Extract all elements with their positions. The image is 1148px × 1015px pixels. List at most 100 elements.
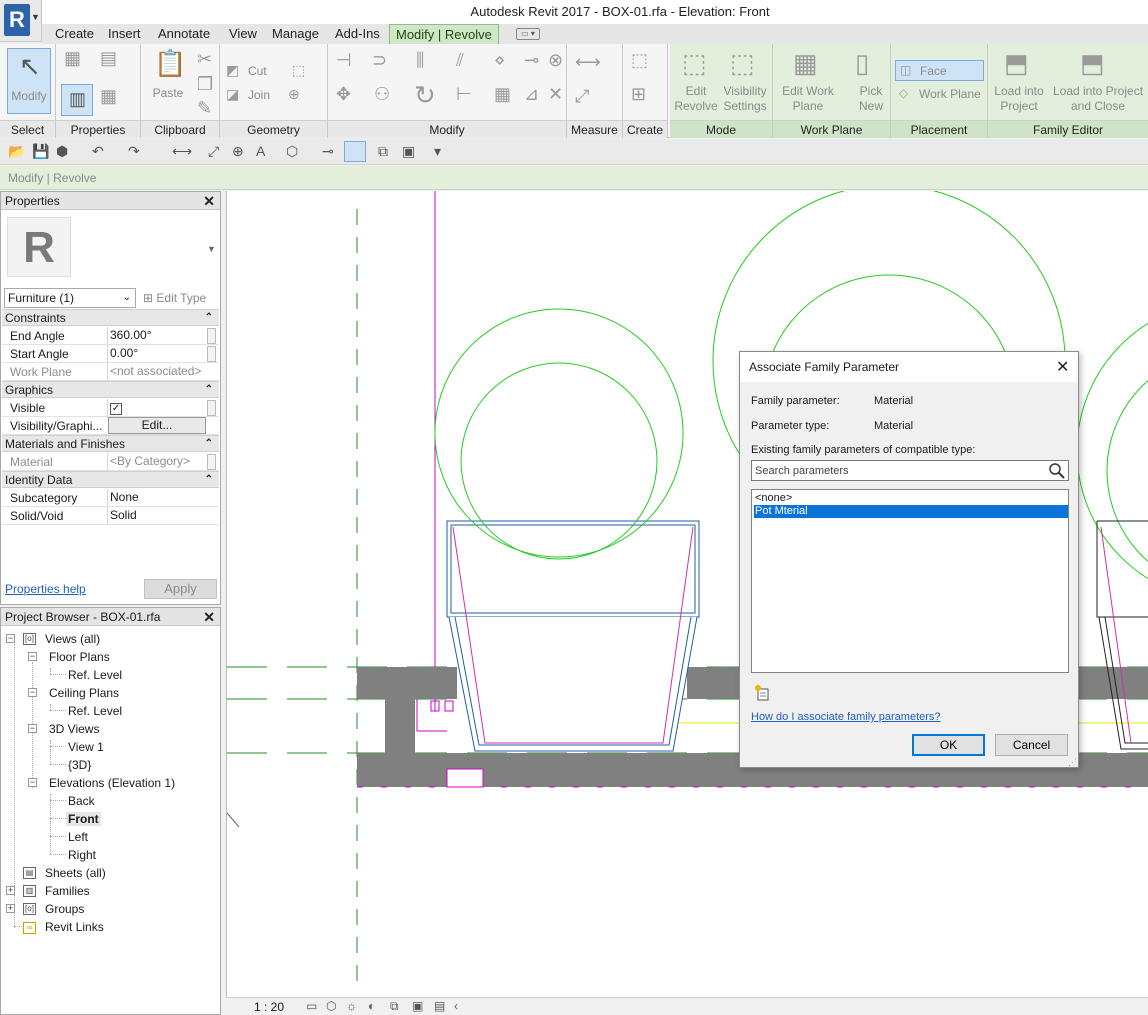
visibility-edit-button[interactable]: Edit... xyxy=(108,417,206,434)
properties-help-link[interactable]: Properties help xyxy=(5,582,86,596)
visible-checkbox[interactable]: ✓ xyxy=(110,403,122,415)
join-geometry-button[interactable]: Join xyxy=(248,88,270,103)
tree-sheets[interactable]: Sheets (all) xyxy=(45,866,106,880)
prop-material[interactable]: Material <By Category> xyxy=(2,453,219,471)
prop-value[interactable]: Solid xyxy=(107,507,207,525)
tree-elevation-front[interactable]: Front xyxy=(66,812,101,826)
delete-icon[interactable]: ✕ xyxy=(548,84,563,105)
sync-icon[interactable]: ⬢ xyxy=(56,143,68,160)
expand-toggle[interactable]: + xyxy=(6,886,15,895)
split-gap-icon[interactable]: ⊸ xyxy=(524,50,539,71)
close-icon[interactable]: ✕ xyxy=(203,192,215,210)
chevron-left-icon[interactable]: ‹ xyxy=(454,999,458,1013)
list-item[interactable]: <none> xyxy=(754,492,1068,505)
switch-windows-icon[interactable]: ▣ xyxy=(402,143,415,160)
customize-qat-icon[interactable]: ▾ xyxy=(434,143,441,160)
tree-floor-plans[interactable]: Floor Plans xyxy=(49,650,110,664)
tab-manage[interactable]: Manage xyxy=(266,24,325,44)
mirror-draw-icon[interactable]: ⫽ xyxy=(456,50,464,71)
pick-new-button[interactable]: Pick New xyxy=(851,84,891,114)
show-crop-icon[interactable]: ▣ xyxy=(412,999,423,1013)
tree-elevation-left[interactable]: Left xyxy=(68,830,88,844)
rotate-icon[interactable]: ↻ xyxy=(414,80,436,111)
collapse-toggle[interactable]: − xyxy=(6,634,15,643)
create-similar-icon[interactable]: ⊞ xyxy=(631,84,646,105)
ok-button[interactable]: OK xyxy=(912,734,985,756)
cut-icon[interactable]: ✂ xyxy=(197,49,212,70)
section-icon[interactable]: ⊸ xyxy=(322,143,334,160)
expand-toggle[interactable]: + xyxy=(6,904,15,913)
shadows-icon[interactable]: ◐ xyxy=(368,999,375,1013)
close-icon[interactable]: ✕ xyxy=(1056,357,1069,377)
tab-insert[interactable]: Insert xyxy=(102,24,147,44)
view-scale[interactable]: 1 : 20 xyxy=(254,1000,284,1014)
prop-value[interactable]: <By Category> xyxy=(107,453,207,471)
redo-icon[interactable]: ↷ xyxy=(128,143,140,160)
associate-parameter-button[interactable] xyxy=(207,454,216,470)
parameter-list[interactable]: <none> Pot Mterial xyxy=(751,489,1069,673)
copy-icon[interactable]: ❐ xyxy=(197,74,213,95)
save-icon[interactable]: 💾 xyxy=(32,143,49,160)
edit-work-plane-button[interactable]: Edit Work Plane xyxy=(775,84,841,114)
cut-geometry-button[interactable]: Cut xyxy=(248,64,267,79)
properties-toggle-button[interactable]: ▥ xyxy=(61,84,93,116)
split-icon[interactable]: ⋄ xyxy=(494,50,505,71)
tree-elevations[interactable]: Elevations (Elevation 1) xyxy=(49,776,175,790)
open-icon[interactable]: 📂 xyxy=(8,143,25,160)
default-3d-view-icon[interactable]: ⬡ xyxy=(286,143,298,160)
prop-visible[interactable]: Visible ✓ xyxy=(2,399,219,417)
cancel-button[interactable]: Cancel xyxy=(995,734,1068,756)
associate-parameter-button[interactable] xyxy=(207,400,216,416)
create-group-icon[interactable]: ⬚ xyxy=(631,50,648,71)
tree-3d-views[interactable]: 3D Views xyxy=(49,722,99,736)
measure-icon[interactable]: ⟷ xyxy=(575,52,601,73)
chevron-down-icon[interactable]: ▼ xyxy=(207,244,216,254)
tree-view-3d[interactable]: {3D} xyxy=(68,758,91,772)
add-parameter-icon[interactable] xyxy=(754,684,772,702)
search-field[interactable] xyxy=(751,460,1069,481)
move-icon[interactable]: ✥ xyxy=(336,84,351,105)
prop-start-angle[interactable]: Start Angle 0.00° xyxy=(2,345,219,363)
visual-style-icon[interactable]: ⬡ xyxy=(326,999,336,1013)
tree-view-1[interactable]: View 1 xyxy=(68,740,104,754)
work-plane-placement-button[interactable]: Work Plane xyxy=(919,87,981,102)
array-icon[interactable]: ▦ xyxy=(494,84,511,105)
align-icon[interactable]: ⊣ xyxy=(336,50,352,71)
prop-end-angle[interactable]: End Angle 360.00° xyxy=(2,327,219,345)
associate-help-link[interactable]: How do I associate family parameters? xyxy=(751,711,941,723)
application-menu-button[interactable]: R ▼ xyxy=(0,0,42,42)
thin-lines-button[interactable] xyxy=(344,141,366,162)
tab-view[interactable]: View xyxy=(223,24,263,44)
scale-icon[interactable]: ⊿ xyxy=(524,84,539,105)
search-icon[interactable] xyxy=(1048,462,1066,480)
type-selector[interactable]: Furniture (1) ⌄ xyxy=(4,288,136,308)
prop-value[interactable]: ✓ xyxy=(107,399,207,417)
prop-value[interactable]: 360.00° xyxy=(107,327,207,345)
copy-element-icon[interactable]: ⚇ xyxy=(374,84,390,105)
tree-views-all[interactable]: Views (all) xyxy=(45,632,100,646)
offset-icon[interactable]: ⊃ xyxy=(372,50,387,71)
tab-add-ins[interactable]: Add-Ins xyxy=(329,24,386,44)
group-materials[interactable]: Materials and Finishes ⌃ xyxy=(2,435,219,452)
mirror-axis-icon[interactable]: ⫼ xyxy=(416,50,424,71)
resize-grip-icon[interactable]: ⋰ xyxy=(1068,757,1077,768)
aligned-dimension-icon[interactable]: ⤢ xyxy=(208,143,219,160)
associate-parameter-button[interactable] xyxy=(207,346,216,362)
prop-visibility-graphics[interactable]: Visibility/Graphi... Edit... xyxy=(2,417,219,435)
tree-revit-links[interactable]: Revit Links xyxy=(45,920,104,934)
group-graphics[interactable]: Graphics ⌃ xyxy=(2,381,219,398)
paint-icon[interactable]: ⊕ xyxy=(288,86,300,103)
select-panel-label[interactable]: Select xyxy=(0,120,55,138)
prop-value[interactable]: None xyxy=(107,489,207,507)
measure-qat-icon[interactable]: ⟷ xyxy=(172,143,192,160)
prop-value[interactable]: 0.00° xyxy=(107,345,207,363)
sun-path-icon[interactable]: ☼ xyxy=(346,999,357,1013)
ribbon-minimize-icon[interactable]: ▭ ▾ xyxy=(516,28,540,40)
group-constraints[interactable]: Constraints ⌃ xyxy=(2,309,219,326)
tree-ceiling-plan-ref-level[interactable]: Ref. Level xyxy=(68,704,122,718)
list-item[interactable]: Pot Mterial xyxy=(754,505,1068,518)
dimension-icon[interactable]: ⤢ xyxy=(575,86,589,107)
crop-view-icon[interactable]: ⧉ xyxy=(390,999,399,1014)
close-icon[interactable]: ✕ xyxy=(203,608,215,626)
prop-subcategory[interactable]: Subcategory None xyxy=(2,489,219,507)
